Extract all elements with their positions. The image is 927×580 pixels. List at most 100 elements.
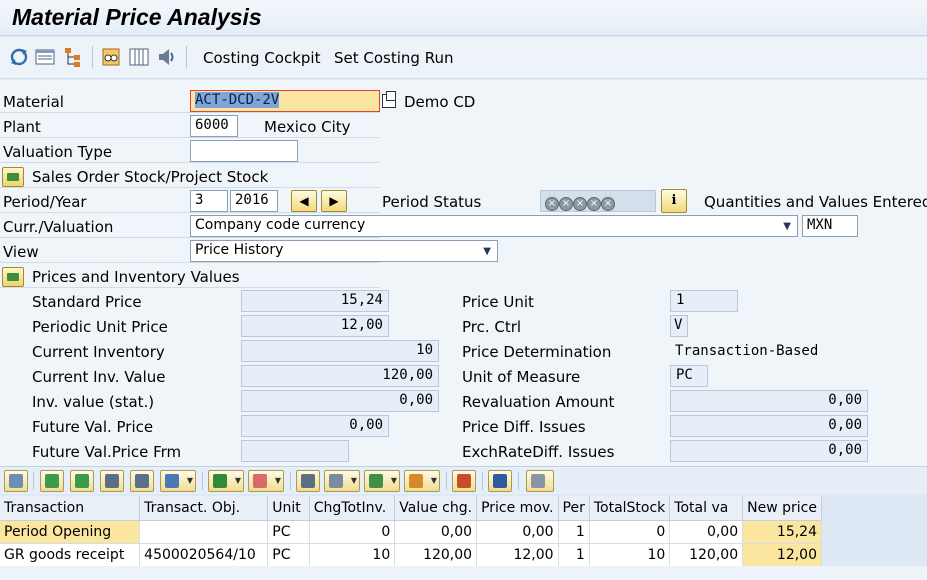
sum-icon[interactable]: ▼ bbox=[208, 470, 244, 492]
print-icon[interactable] bbox=[296, 470, 320, 492]
price-determination-value: Transaction-Based bbox=[675, 343, 819, 359]
current-inv-value-label: Current Inv. Value bbox=[32, 368, 166, 386]
speaker-icon[interactable] bbox=[156, 46, 178, 68]
table-cell[interactable]: PC bbox=[267, 543, 310, 567]
prices-section-icon[interactable] bbox=[2, 267, 24, 287]
next-period-button[interactable]: ▶ bbox=[321, 190, 347, 212]
previous-period-button[interactable]: ◀ bbox=[291, 190, 317, 212]
curr-valuation-select[interactable]: Company code currency ▼ bbox=[190, 215, 798, 237]
column-header[interactable]: TotalStock bbox=[589, 496, 671, 521]
column-header[interactable]: Transact. Obj. bbox=[139, 496, 269, 521]
column-header[interactable]: ChgTotInv. bbox=[309, 496, 396, 521]
table-cell[interactable]: 0,00 bbox=[476, 520, 559, 544]
table-cell[interactable]: 10 bbox=[309, 543, 396, 567]
table-cell[interactable]: 1 bbox=[558, 543, 590, 567]
material-value: ACT-DCD-2V bbox=[195, 92, 280, 108]
future-val-price-frm-field bbox=[241, 440, 349, 462]
table-cell[interactable]: 12,00 bbox=[476, 543, 559, 567]
column-header[interactable]: New price bbox=[742, 496, 822, 521]
sales-order-stock-link[interactable]: Sales Order Stock/Project Stock bbox=[32, 168, 268, 186]
export-icon[interactable]: ▼ bbox=[364, 470, 400, 492]
view-label: View bbox=[3, 243, 39, 261]
exchratediff-issues-field: 0,00 bbox=[670, 440, 868, 462]
period-status-lights: × × × × × bbox=[540, 190, 656, 212]
table-cell[interactable]: Period Opening bbox=[0, 520, 141, 544]
column-header[interactable]: Transaction bbox=[0, 496, 141, 521]
info-icon[interactable] bbox=[488, 470, 512, 492]
chevron-down-icon: ▼ bbox=[783, 221, 791, 232]
page-title: Material Price Analysis bbox=[12, 4, 262, 30]
table-cell[interactable]: 0,00 bbox=[394, 520, 478, 544]
subtotal-icon[interactable]: ▼ bbox=[248, 470, 284, 492]
table-cell[interactable]: 10 bbox=[589, 543, 671, 567]
price-unit-label: Price Unit bbox=[462, 293, 534, 311]
refresh-icon[interactable] bbox=[8, 46, 30, 68]
view-select[interactable]: Price History ▼ bbox=[190, 240, 498, 262]
documents-icon[interactable] bbox=[526, 470, 554, 492]
hierarchy-icon[interactable] bbox=[62, 46, 84, 68]
material-description: Demo CD bbox=[404, 93, 476, 111]
period-year-label: Period/Year bbox=[3, 193, 87, 211]
sort-ascending-icon[interactable] bbox=[40, 470, 64, 492]
table-cell[interactable]: 15,24 bbox=[742, 520, 822, 544]
table-cell[interactable]: 12,00 bbox=[742, 543, 822, 567]
curr-valuation-value: Company code currency bbox=[195, 217, 366, 233]
plant-input[interactable]: 6000 bbox=[190, 115, 238, 137]
period-input[interactable]: 3 bbox=[190, 190, 228, 212]
material-input[interactable]: ACT-DCD-2V bbox=[190, 90, 380, 112]
glasses-icon[interactable] bbox=[100, 46, 122, 68]
year-input[interactable]: 2016 bbox=[230, 190, 278, 212]
table-cell[interactable]: 120,00 bbox=[394, 543, 478, 567]
material-label: Material bbox=[3, 93, 64, 111]
table-row[interactable]: GR goods receipt 4500020564/10 PC 10 120… bbox=[0, 543, 822, 567]
find-next-icon[interactable] bbox=[130, 470, 154, 492]
table-cell[interactable] bbox=[139, 520, 269, 544]
price-history-table: Transaction Transact. Obj. Unit ChgTotIn… bbox=[0, 496, 822, 567]
column-header[interactable]: Price mov. bbox=[476, 496, 559, 521]
status-light-icon: × bbox=[545, 197, 559, 211]
table-cell[interactable]: 0 bbox=[589, 520, 671, 544]
unit-of-measure-field: PC bbox=[670, 365, 708, 387]
price-unit-field: 1 bbox=[670, 290, 738, 312]
inv-value-stat-label: Inv. value (stat.) bbox=[32, 393, 155, 411]
table-cell[interactable]: GR goods receipt bbox=[0, 543, 141, 567]
chevron-down-icon: ▼ bbox=[483, 246, 491, 257]
table-row[interactable]: Period Opening PC 0 0,00 0,00 1 0 0,00 1… bbox=[0, 520, 822, 544]
column-header[interactable]: Value chg. bbox=[394, 496, 478, 521]
currency-field: MXN bbox=[802, 215, 858, 237]
info-icon[interactable]: i bbox=[661, 189, 687, 213]
columns-icon[interactable] bbox=[128, 46, 150, 68]
set-costing-run-button[interactable]: Set Costing Run bbox=[334, 49, 453, 67]
layout-icon[interactable]: ▼ bbox=[404, 470, 440, 492]
column-header[interactable]: Per bbox=[558, 496, 590, 521]
column-header[interactable]: Total va bbox=[669, 496, 744, 521]
table-cell[interactable]: 0 bbox=[309, 520, 396, 544]
view-value: Price History bbox=[195, 242, 284, 258]
plant-label: Plant bbox=[3, 118, 41, 136]
details-icon[interactable] bbox=[4, 470, 28, 492]
display-list-icon[interactable] bbox=[34, 46, 56, 68]
column-header[interactable]: Unit bbox=[267, 496, 310, 521]
future-val-price-label: Future Val. Price bbox=[32, 418, 154, 436]
views-icon[interactable]: ▼ bbox=[324, 470, 360, 492]
sales-order-stock-icon[interactable] bbox=[2, 167, 24, 187]
table-cell[interactable]: 0,00 bbox=[669, 520, 744, 544]
revaluation-amount-label: Revaluation Amount bbox=[462, 393, 615, 411]
copy-icon[interactable] bbox=[382, 91, 396, 108]
periodic-unit-price-label: Periodic Unit Price bbox=[32, 318, 168, 336]
table-cell[interactable]: 4500020564/10 bbox=[139, 543, 269, 567]
status-area bbox=[0, 566, 927, 580]
future-val-price-field: 0,00 bbox=[241, 415, 389, 437]
exchratediff-issues-label: ExchRateDiff. Issues bbox=[462, 443, 615, 461]
filter-icon[interactable]: ▼ bbox=[160, 470, 196, 492]
graphic-icon[interactable] bbox=[452, 470, 476, 492]
standard-price-field: 15,24 bbox=[241, 290, 389, 312]
valuation-type-input[interactable] bbox=[190, 140, 298, 162]
table-cell[interactable]: 120,00 bbox=[669, 543, 744, 567]
costing-cockpit-button[interactable]: Costing Cockpit bbox=[203, 49, 320, 67]
table-cell[interactable]: 1 bbox=[558, 520, 590, 544]
price-diff-issues-label: Price Diff. Issues bbox=[462, 418, 586, 436]
sort-descending-icon[interactable] bbox=[70, 470, 94, 492]
find-icon[interactable] bbox=[100, 470, 124, 492]
table-cell[interactable]: PC bbox=[267, 520, 310, 544]
